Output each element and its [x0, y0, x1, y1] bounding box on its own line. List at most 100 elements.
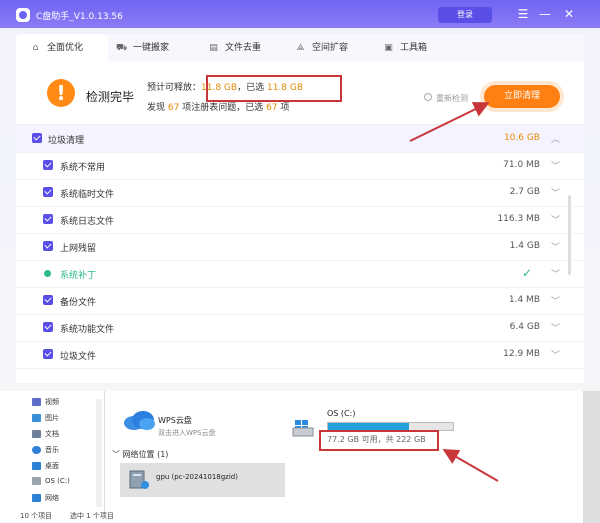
chevron-down-icon[interactable]: ﹀	[551, 267, 560, 280]
cloud-icon	[124, 411, 155, 430]
item-size: 2.7 GB	[509, 187, 540, 197]
item-size: 10.6 GB	[503, 133, 540, 143]
nav-item-video[interactable]: 视频	[32, 397, 59, 407]
title-bar: C盘助手_V1.0.13.56 登录 ☰ — ✕	[0, 0, 600, 30]
music-icon	[32, 446, 41, 454]
list-item[interactable]: 系统不常用 71.0 MB ﹀	[16, 152, 584, 180]
video-icon	[32, 398, 41, 406]
chevron-down-icon[interactable]: ﹀	[551, 186, 560, 199]
windows-drive-icon	[292, 420, 314, 437]
tab-one-click-move[interactable]: ⛟ 一键搬家	[116, 34, 169, 62]
issues-prefix: 发现	[147, 103, 168, 113]
desktop-icon	[32, 462, 41, 470]
nav-scrollbar[interactable]	[96, 399, 102, 507]
network-location-label: 网络位置 (1)	[122, 450, 169, 459]
list-item[interactable]: 备份文件 1.4 MB ﹀	[16, 287, 584, 315]
item-size: 71.0 MB	[503, 160, 540, 170]
chevron-down-icon[interactable]: ﹀	[551, 159, 560, 172]
explorer-content: WPS云盘 双击进入WPS云盘 OS (C:) 77.2 GB 可用，共 222…	[112, 391, 580, 523]
nav-item-network[interactable]: 网络	[32, 493, 59, 503]
drive-icon	[32, 477, 41, 485]
checkbox[interactable]	[43, 349, 53, 359]
tab-space-expand[interactable]: ⟁ 空间扩容	[295, 34, 348, 62]
nav-label: OS (C:)	[45, 477, 70, 485]
network-location-header[interactable]: ﹀ 网络位置 (1)	[112, 449, 168, 460]
menu-icon[interactable]: ☰	[516, 7, 530, 21]
network-computer-item[interactable]: gpu (pc-20241018gzid)	[120, 463, 285, 497]
checkbox[interactable]	[32, 133, 42, 143]
list-item[interactable]: 上网残留 1.4 GB ﹀	[16, 233, 584, 261]
drive-usage-fill	[328, 423, 410, 430]
toolbox-icon: ▣	[384, 43, 393, 53]
issues-count: 67	[167, 103, 180, 113]
item-label: 垃圾文件	[60, 352, 97, 362]
list-item[interactable]: 系统临时文件 2.7 GB ﹀	[16, 179, 584, 207]
chevron-down-icon[interactable]: ﹀	[551, 348, 560, 361]
computer-icon	[129, 470, 149, 489]
checkbox[interactable]	[43, 322, 53, 332]
login-button[interactable]: 登录	[438, 7, 492, 23]
item-size: 1.4 GB	[509, 241, 540, 251]
checkbox[interactable]	[43, 241, 53, 251]
checkbox[interactable]	[43, 160, 53, 170]
expand-icon: ⟁	[296, 43, 305, 53]
nav-label: 视频	[45, 398, 59, 406]
checkmark-icon: ✓	[521, 266, 532, 280]
chevron-up-icon[interactable]: ︿	[551, 132, 560, 145]
list-item[interactable]: 系统日志文件 116.3 MB ﹀	[16, 206, 584, 234]
item-size: 1.4 MB	[508, 295, 540, 305]
rescan-link[interactable]: 重新检测	[424, 93, 468, 104]
item-label: 系统日志文件	[60, 217, 115, 227]
tab-label: 一键搬家	[133, 43, 170, 53]
list-item[interactable]: 系统功能文件 6.4 GB ﹀	[16, 314, 584, 342]
tab-file-dedup[interactable]: ▤ 文件去重	[208, 34, 261, 62]
nav-item-documents[interactable]: 文档	[32, 429, 59, 439]
checkbox[interactable]	[43, 295, 53, 305]
warning-icon: !	[47, 79, 75, 107]
tab-label: 文件去重	[225, 43, 262, 53]
item-size: 6.4 GB	[509, 322, 540, 332]
network-computer-name: gpu (pc-20241018gzid)	[156, 473, 238, 481]
item-label: 系统功能文件	[60, 325, 115, 335]
tab-toolbox[interactable]: ▣ 工具箱	[383, 34, 427, 62]
list-item[interactable]: 垃圾文件 12.9 MB ﹀	[16, 341, 584, 369]
clean-now-button[interactable]: 立即清理	[484, 85, 560, 108]
app-logo-icon	[16, 8, 30, 22]
list-item[interactable]: 系统补丁 ✓ ﹀	[16, 260, 584, 288]
issues-mid: 项注册表问题，已选	[179, 103, 267, 113]
category-row[interactable]: 垃圾清理 10.6 GB ︿	[16, 125, 584, 153]
chevron-down-icon[interactable]: ﹀	[551, 240, 560, 253]
truck-icon: ⛟	[116, 43, 128, 53]
chevron-down-icon[interactable]: ﹀	[551, 294, 560, 307]
file-explorer-window: 视频 图片 文档 音乐 桌面 OS (C:) 网络 WPS云盘 双击进入WPS云…	[0, 391, 600, 523]
list-scrollbar[interactable]	[568, 195, 571, 275]
nav-item-pictures[interactable]: 图片	[32, 413, 59, 423]
item-size: 12.9 MB	[503, 349, 540, 359]
os-drive-name[interactable]: OS (C:)	[327, 409, 355, 418]
minimize-icon[interactable]: —	[538, 7, 552, 21]
nav-label: 图片	[45, 414, 59, 422]
tab-bar: ⌂ 全面优化 ⛟ 一键搬家 ▤ 文件去重 ⟁ 空间扩容 ▣ 工具箱	[16, 34, 584, 62]
scan-done-label: 检测完毕	[86, 90, 135, 104]
item-label: 系统临时文件	[60, 190, 115, 200]
tab-label: 全面优化	[47, 43, 84, 53]
nav-item-desktop[interactable]: 桌面	[32, 461, 59, 471]
status-item-count: 10 个项目	[20, 512, 53, 520]
cleanup-list: 垃圾清理 10.6 GB ︿ 系统不常用 71.0 MB ﹀ 系统临时文件 2.…	[16, 125, 584, 383]
chevron-down-icon[interactable]: ﹀	[551, 213, 560, 226]
close-icon[interactable]: ✕	[562, 7, 576, 21]
nav-item-music[interactable]: 音乐	[32, 445, 59, 455]
tab-label: 工具箱	[400, 43, 428, 53]
item-label: 系统补丁	[60, 271, 97, 281]
tab-full-optimize[interactable]: ⌂ 全面优化	[16, 34, 108, 62]
chevron-down-icon[interactable]: ﹀	[551, 321, 560, 334]
background-strip	[583, 391, 600, 523]
issues-suffix: 项	[277, 103, 290, 113]
checkbox[interactable]	[43, 214, 53, 224]
chevron-down-icon: ﹀	[112, 450, 123, 459]
checkbox[interactable]	[43, 187, 53, 197]
nav-item-os-drive[interactable]: OS (C:)	[32, 477, 70, 485]
optimize-panel: ! 检测完毕 预计可释放：11.8 GB，已选 11.8 GB 发现 67 项注…	[16, 62, 584, 383]
wps-cloud-name[interactable]: WPS云盘	[158, 415, 192, 426]
item-size: 116.3 MB	[497, 214, 540, 224]
